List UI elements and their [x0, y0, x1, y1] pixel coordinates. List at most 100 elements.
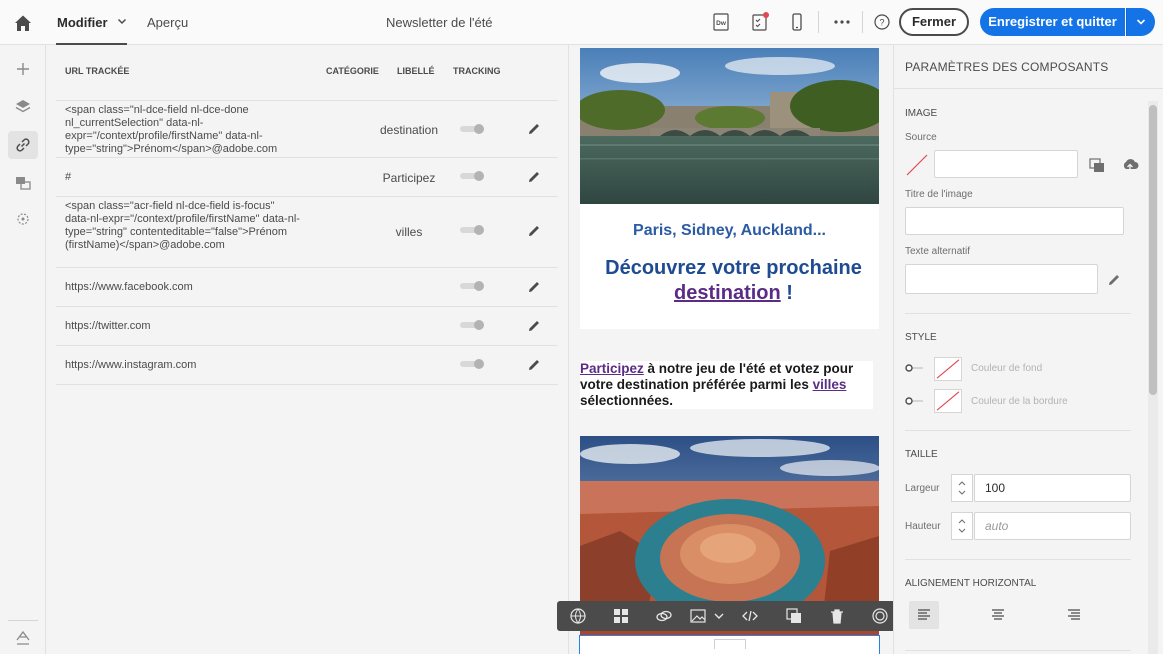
image-section-title: IMAGE	[905, 108, 938, 119]
layout-icon[interactable]	[612, 607, 630, 625]
tracking-toggle[interactable]	[460, 281, 484, 291]
border-color-toggle[interactable]	[905, 397, 925, 405]
tracked-links-panel: URL TRACKÉE CATÉGORIE LIBELLÉ TRACKING <…	[46, 45, 568, 654]
stepper-arrows-icon	[958, 481, 966, 495]
section-divider	[905, 313, 1131, 314]
tracking-toggle[interactable]	[460, 225, 484, 235]
align-left-button[interactable]	[909, 601, 939, 629]
table-row[interactable]: https://twitter.com	[56, 307, 558, 346]
align-center-icon	[992, 609, 1004, 620]
villes-link[interactable]: villes	[813, 377, 847, 392]
duplicate-icon[interactable]	[785, 607, 803, 625]
edit-icon[interactable]	[526, 357, 542, 373]
tab-apercu[interactable]: Aperçu	[147, 0, 188, 45]
column-header-category[interactable]: CATÉGORIE	[326, 66, 379, 76]
chevron-down-icon[interactable]	[116, 15, 128, 27]
image-icon[interactable]	[689, 607, 707, 625]
link-label: destination	[379, 123, 439, 137]
border-color-swatch[interactable]	[934, 389, 962, 413]
edit-icon[interactable]	[526, 169, 542, 185]
table-row[interactable]: # Participez	[56, 158, 558, 197]
save-options-button[interactable]	[1126, 8, 1155, 36]
table-row[interactable]: <span class="acr-field nl-dce-field is-f…	[56, 197, 558, 268]
horizontal-align-section-title: ALIGNEMENT HORIZONTAL	[905, 578, 1037, 589]
add-icon[interactable]	[12, 58, 34, 80]
more-icon[interactable]	[832, 12, 852, 32]
link-chain-icon[interactable]	[655, 607, 673, 625]
link-label: Participez	[382, 171, 436, 185]
sign-icon[interactable]	[12, 627, 34, 649]
email-paragraph[interactable]: Participez à notre jeu de l'été et votez…	[580, 361, 873, 409]
width-stepper[interactable]	[951, 474, 973, 502]
help-icon[interactable]: ?	[872, 12, 892, 32]
target-icon[interactable]	[871, 607, 889, 625]
email-header-block[interactable]: Paris, Sidney, Auckland... Découvrez vot…	[580, 204, 879, 329]
svg-text:Dw: Dw	[716, 20, 727, 27]
layers-icon[interactable]	[12, 96, 34, 118]
dreamweaver-icon[interactable]: Dw	[711, 12, 731, 32]
column-header-tracking[interactable]: TRACKING	[453, 66, 501, 76]
table-row[interactable]: https://www.instagram.com	[56, 346, 558, 385]
mobile-preview-icon[interactable]	[787, 12, 807, 32]
save-and-quit-button[interactable]: Enregistrer et quitter	[980, 8, 1125, 36]
image-title-label: Titre de l'image	[905, 189, 973, 200]
delete-icon[interactable]	[828, 607, 846, 625]
background-color-swatch[interactable]	[934, 357, 962, 381]
personalization-icon[interactable]	[12, 208, 34, 230]
component-toolbar	[557, 601, 901, 631]
participez-link[interactable]: Participez	[580, 361, 644, 376]
code-icon[interactable]	[741, 607, 759, 625]
checklist-icon[interactable]	[750, 12, 770, 32]
alt-text-input[interactable]	[905, 264, 1098, 294]
background-color-toggle[interactable]	[905, 364, 925, 372]
align-left-icon	[918, 609, 930, 620]
chevron-down-icon	[1136, 19, 1146, 25]
column-header-url[interactable]: URL TRACKÉE	[65, 66, 129, 76]
tab-modifier[interactable]: Modifier	[57, 0, 108, 45]
height-stepper[interactable]	[951, 512, 973, 540]
edit-icon[interactable]	[526, 223, 542, 239]
source-input[interactable]	[934, 150, 1078, 178]
content-fragments-icon[interactable]	[12, 172, 34, 194]
heading-destination-link[interactable]: destination	[674, 282, 781, 304]
home-icon[interactable]	[12, 12, 34, 34]
tracking-toggle[interactable]	[460, 320, 484, 330]
toolbar-divider	[818, 11, 819, 33]
image-title-input[interactable]	[905, 207, 1124, 235]
height-input[interactable]: auto	[974, 512, 1131, 540]
tracking-toggle[interactable]	[460, 171, 484, 181]
image-placeholder	[714, 639, 746, 649]
paris-river-image[interactable]	[580, 48, 879, 204]
asset-library-icon[interactable]	[1089, 157, 1105, 173]
no-image-icon	[906, 154, 928, 176]
table-row[interactable]: https://www.facebook.com	[56, 268, 558, 307]
tracking-toggle[interactable]	[460, 359, 484, 369]
properties-scrollbar[interactable]	[1148, 101, 1158, 654]
edit-icon[interactable]	[526, 279, 542, 295]
globe-icon[interactable]	[569, 607, 587, 625]
section-divider	[905, 559, 1131, 560]
edit-icon[interactable]	[526, 121, 542, 137]
scrollbar-thumb[interactable]	[1149, 105, 1157, 395]
section-divider	[905, 430, 1131, 431]
size-section-title: TAILLE	[905, 449, 938, 460]
upload-icon[interactable]	[1121, 156, 1139, 174]
tracking-toggle[interactable]	[460, 124, 484, 134]
chevron-down-icon[interactable]	[710, 607, 728, 625]
close-button[interactable]: Fermer	[899, 8, 969, 36]
edit-icon[interactable]	[1106, 272, 1122, 288]
width-label: Largeur	[905, 483, 940, 494]
email-heading: Découvrez votre prochaine destination !	[605, 257, 862, 304]
email-subtitle: Paris, Sidney, Auckland...	[633, 222, 826, 239]
link-icon[interactable]	[12, 134, 34, 156]
tracked-url: https://twitter.com	[65, 320, 151, 332]
align-center-button[interactable]	[983, 601, 1013, 629]
tracked-url: <span class="nl-dce-field nl-dce-done nl…	[65, 104, 278, 155]
column-header-label[interactable]: LIBELLÉ	[397, 66, 435, 76]
table-row[interactable]: <span class="nl-dce-field nl-dce-done nl…	[56, 100, 558, 158]
width-input[interactable]: 100	[974, 474, 1131, 502]
section-divider	[905, 650, 1131, 651]
edit-icon[interactable]	[526, 318, 542, 334]
align-right-button[interactable]	[1059, 601, 1089, 629]
selected-image-block[interactable]	[579, 635, 880, 654]
